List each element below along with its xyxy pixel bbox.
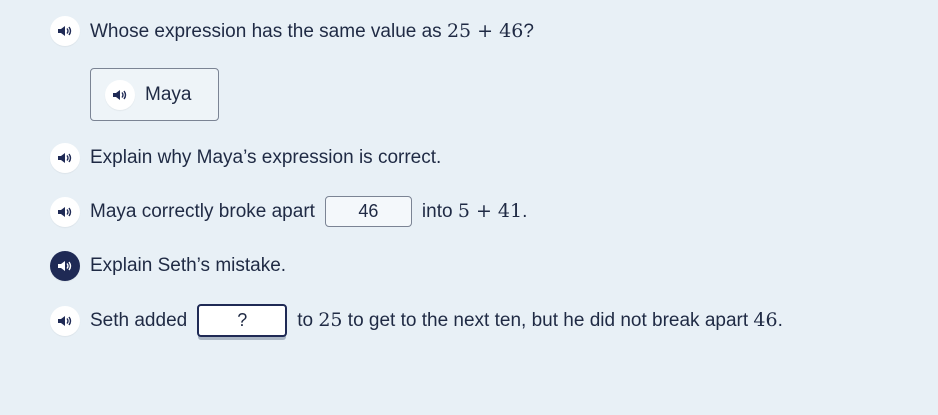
maya-line-row: Maya correctly broke apart 46 into 5 + 4… xyxy=(50,196,527,227)
prompt-maya-text: Explain why Maya’s expression is correct… xyxy=(90,147,442,168)
seth-line-number-2: 46 xyxy=(753,309,778,331)
maya-answer-box[interactable]: 46 xyxy=(324,196,412,227)
seth-line-suffix: . xyxy=(777,310,783,331)
speaker-icon-glyph xyxy=(58,206,72,217)
seth-line-row: Seth added ? to 25 to get to the next te… xyxy=(50,304,783,337)
seth-line-rest: to 25 to get to the next ten, but he did… xyxy=(297,309,783,332)
question-expression: 25 + 46 xyxy=(446,19,524,42)
speaker-icon-active[interactable] xyxy=(50,251,80,281)
maya-line-suffix: . xyxy=(522,201,528,222)
speaker-icon-glyph xyxy=(58,315,72,326)
prompt-seth-row: Explain Seth’s mistake. xyxy=(50,251,286,281)
speaker-icon-glyph xyxy=(113,89,127,100)
speaker-icon-glyph xyxy=(58,261,72,271)
maya-line-prefix: Maya correctly broke apart xyxy=(90,200,315,222)
speaker-icon[interactable] xyxy=(105,79,135,110)
choice-label: Maya xyxy=(145,83,192,105)
question-text: Whose expression has the same value as 2… xyxy=(90,20,534,43)
speaker-icon-glyph xyxy=(58,26,72,36)
speaker-icon[interactable] xyxy=(50,305,80,336)
speaker-icon-glyph xyxy=(58,153,72,163)
seth-line-prefix: Seth added xyxy=(90,309,188,331)
speaker-icon[interactable] xyxy=(50,143,80,173)
speaker-icon[interactable] xyxy=(50,16,80,46)
seth-line-number-1: 25 xyxy=(318,309,343,331)
question-suffix: ? xyxy=(523,20,534,42)
maya-line-rest: into 5 + 41. xyxy=(422,200,527,223)
prompt-seth-text: Explain Seth’s mistake. xyxy=(90,255,287,276)
seth-answer-box[interactable]: ? xyxy=(197,304,288,337)
speaker-icon[interactable] xyxy=(50,196,80,227)
answer-choice-maya[interactable]: Maya xyxy=(90,68,219,121)
maya-line-middle: into xyxy=(421,201,458,222)
question-prefix: Whose expression has the same value as xyxy=(90,20,447,42)
question-row: Whose expression has the same value as 2… xyxy=(50,16,534,46)
seth-line-after: to get to the next ten, but he did not b… xyxy=(342,310,754,331)
maya-line-expression: 5 + 41 xyxy=(457,200,523,222)
seth-line-middle: to xyxy=(297,310,319,331)
prompt-maya-row: Explain why Maya’s expression is correct… xyxy=(50,143,441,173)
